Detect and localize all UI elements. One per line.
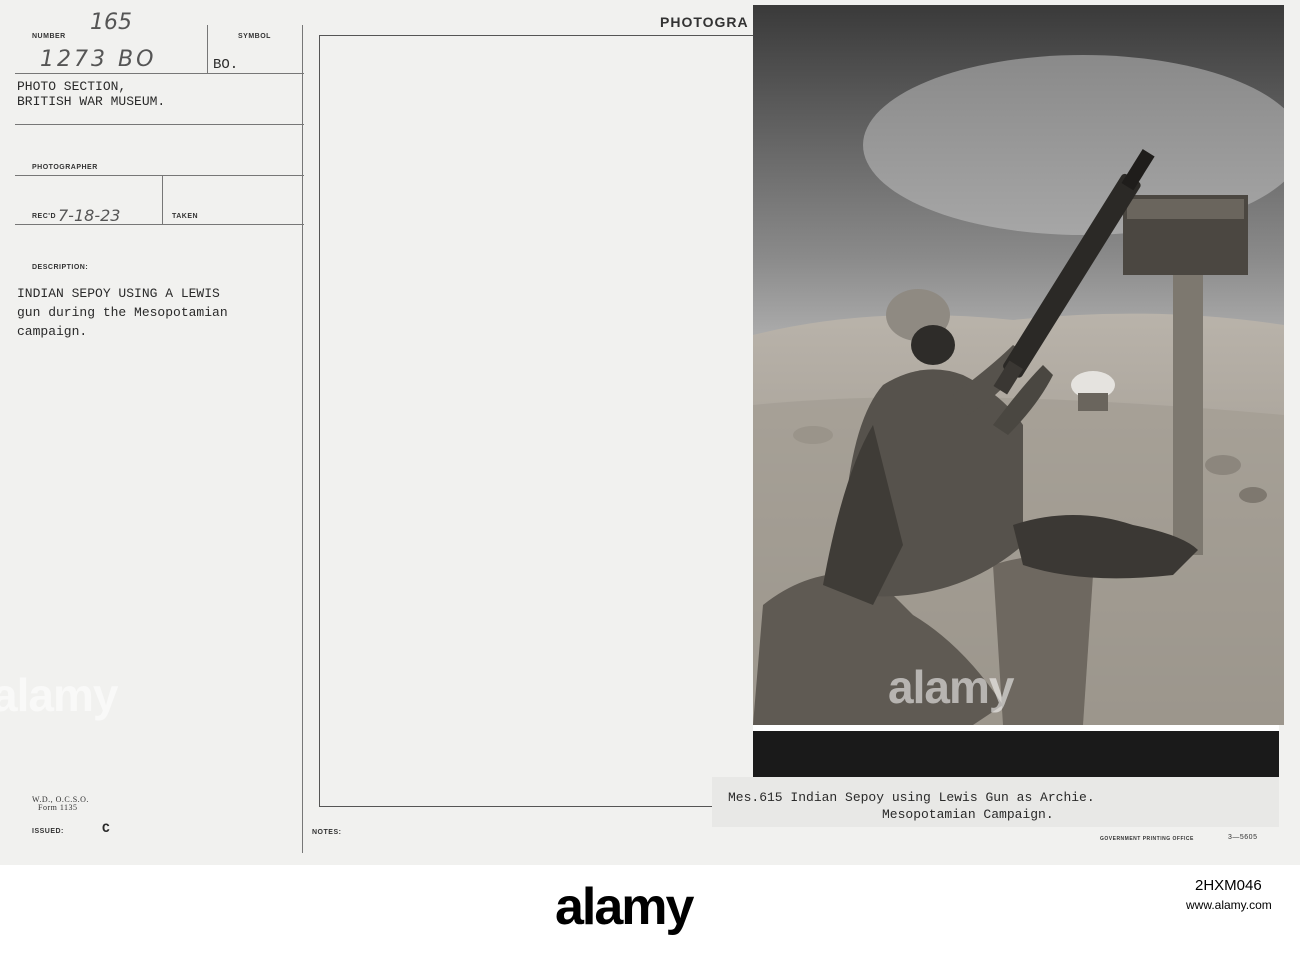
symbol-label: SYMBOL: [238, 33, 271, 40]
form-number: 3—5605: [1228, 834, 1258, 841]
number-value: 1273 BO: [40, 47, 157, 72]
description-line-1: INDIAN SEPOY USING A LEWIS: [17, 286, 220, 301]
caption-strip: Mes.615 Indian Sepoy using Lewis Gun as …: [712, 777, 1279, 827]
watermark-left: alamy: [0, 669, 118, 721]
divider: [15, 73, 304, 74]
number-label: NUMBER: [32, 33, 66, 40]
issued-label: ISSUED:: [32, 828, 64, 835]
description-label: DESCRIPTION:: [32, 264, 89, 271]
photograph-header: PHOTOGRA: [660, 14, 749, 30]
taken-label: TAKEN: [172, 213, 199, 220]
source-line-1: PHOTO SECTION,: [17, 79, 127, 94]
source-line-2: BRITISH WAR MUSEUM.: [17, 94, 166, 109]
image-id: 2HXM046: [1195, 877, 1262, 894]
photo-base: [753, 731, 1279, 781]
divider: [15, 175, 304, 176]
divider: [162, 176, 163, 224]
stock-footer: alamy 2HXM046 www.alamy.com: [0, 865, 1300, 953]
caption-line-1: Mes.615 Indian Sepoy using Lewis Gun as …: [728, 790, 1095, 805]
divider: [207, 25, 208, 73]
recd-value: 7-18-23: [58, 206, 121, 225]
watermark-right: alamy: [888, 661, 1014, 713]
recd-label: REC'D: [32, 213, 56, 220]
number-handwritten: 165: [90, 10, 132, 35]
alamy-logo: alamy: [555, 878, 694, 936]
symbol-value: BO.: [213, 57, 239, 73]
photograph: [753, 5, 1284, 725]
caption-line-2: Mesopotamian Campaign.: [882, 807, 1054, 822]
site-url: www.alamy.com: [1186, 898, 1272, 912]
archive-card: NUMBER 165 1273 BO SYMBOL BO. PHOTO SECT…: [0, 0, 1300, 865]
photographer-label: PHOTOGRAPHER: [32, 164, 98, 171]
column-divider: [302, 25, 303, 853]
description-line-2: gun during the Mesopotamian: [17, 305, 228, 320]
divider: [15, 124, 304, 125]
notes-label: NOTES:: [312, 829, 342, 836]
description-line-3: campaign.: [17, 324, 88, 339]
sepoy-photo-illustration: [753, 5, 1284, 725]
printing-office: GOVERNMENT PRINTING OFFICE: [1100, 836, 1194, 842]
issued-value: C: [102, 821, 110, 836]
divider: [15, 224, 304, 225]
form-line-2: Form 1135: [38, 803, 78, 812]
mount-frame: [319, 35, 756, 807]
